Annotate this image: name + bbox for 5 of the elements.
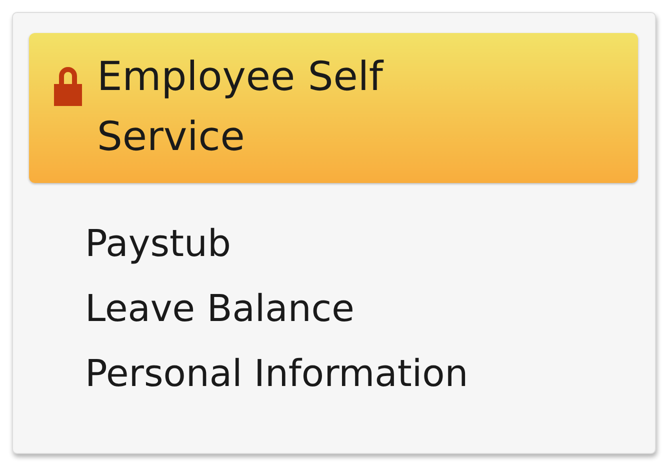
- menu-link[interactable]: Leave Balance: [85, 276, 354, 341]
- panel-title: Employee Self Service: [97, 53, 385, 162]
- menu-link[interactable]: Personal Information: [85, 341, 468, 406]
- menu-link[interactable]: Paystub: [85, 211, 231, 276]
- lock-icon: [51, 64, 85, 108]
